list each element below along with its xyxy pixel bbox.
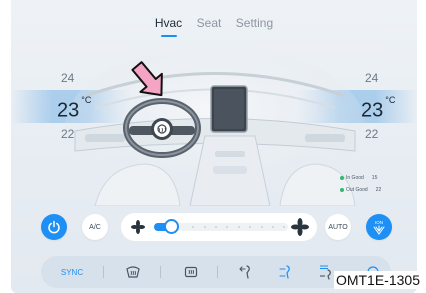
face-feet-vent-button[interactable] (274, 262, 298, 282)
feet-vent-icon (320, 265, 331, 280)
fan-speed-tick (249, 226, 251, 228)
rear-defrost-button[interactable] (179, 262, 203, 282)
front-defrost-button[interactable] (121, 262, 145, 282)
rear-defrost-icon (184, 266, 198, 278)
left-temp-unit: °C (81, 95, 92, 105)
fan-speed-knob[interactable] (164, 219, 179, 234)
fan-speed-tick (283, 226, 285, 228)
tab-setting[interactable]: Setting (236, 16, 273, 30)
right-temp-up[interactable]: 24 (361, 66, 417, 90)
power-icon (48, 220, 60, 234)
right-temperature-control: 24 23 °C 22 (361, 66, 417, 146)
right-temp-unit: °C (385, 95, 396, 105)
tab-hvac[interactable]: Hvac (155, 16, 182, 30)
right-temp-down[interactable]: 22 (361, 122, 417, 146)
heated-steering-wheel-icon[interactable] (154, 121, 170, 137)
air-quality-panel: In Good 15 Out Good 22 (340, 172, 381, 196)
status-dot-icon (340, 175, 344, 180)
air-quality-in-label: In Good (346, 174, 364, 181)
divider (217, 266, 218, 278)
fan-speed-track[interactable] (154, 219, 288, 234)
ion-label: ION (375, 220, 383, 225)
fan-speed-tick (204, 226, 206, 228)
fan-speed-tick (215, 226, 217, 228)
hvac-screen: Hvac Seat Setting 24 23 °C 22 24 23 °C 2… (11, 0, 417, 293)
fan-high-icon[interactable] (291, 218, 309, 236)
fan-speed-tick (192, 226, 194, 228)
front-defrost-icon (126, 266, 140, 278)
face-feet-vent-icon (279, 265, 290, 279)
ac-button[interactable]: A/C (82, 214, 108, 240)
air-quality-out: Out Good 22 (340, 184, 381, 195)
fan-speed-tick (261, 226, 263, 228)
face-vent-button[interactable] (234, 262, 258, 282)
divider (103, 266, 104, 278)
status-dot-icon (340, 187, 344, 192)
ion-icon: ION (373, 220, 385, 235)
air-quality-in-value: 15 (371, 174, 378, 181)
left-temp-value: 23 (57, 99, 80, 122)
left-temp-down[interactable]: 22 (57, 122, 117, 146)
left-temperature-control: 24 23 °C 22 (57, 66, 117, 146)
air-quality-in: In Good 15 (340, 172, 381, 183)
right-temp-value: 23 (361, 99, 384, 122)
left-temp-up[interactable]: 24 (57, 66, 117, 90)
image-watermark: OMT1E-1305 (333, 271, 422, 289)
fan-speed-tick (272, 226, 274, 228)
fan-low-icon[interactable] (131, 220, 145, 234)
sync-label: SYNC (60, 267, 84, 277)
right-temp-current: 23 °C (361, 90, 417, 122)
tab-seat[interactable]: Seat (197, 16, 222, 30)
air-quality-out-label: Out Good (346, 186, 368, 193)
auto-button[interactable]: AUTO (325, 214, 351, 240)
tab-bar: Hvac Seat Setting (11, 14, 417, 32)
sync-button[interactable]: SYNC (57, 262, 87, 282)
power-button[interactable] (41, 214, 67, 240)
air-quality-out-value: 22 (375, 186, 382, 193)
face-vent-icon (239, 265, 250, 279)
fan-speed-tick (226, 226, 228, 228)
fan-speed-tick (238, 226, 240, 228)
ion-button[interactable]: ION (366, 214, 392, 240)
fan-speed-slider[interactable] (121, 213, 317, 241)
left-temp-current: 23 °C (57, 90, 117, 122)
divider (160, 266, 161, 278)
